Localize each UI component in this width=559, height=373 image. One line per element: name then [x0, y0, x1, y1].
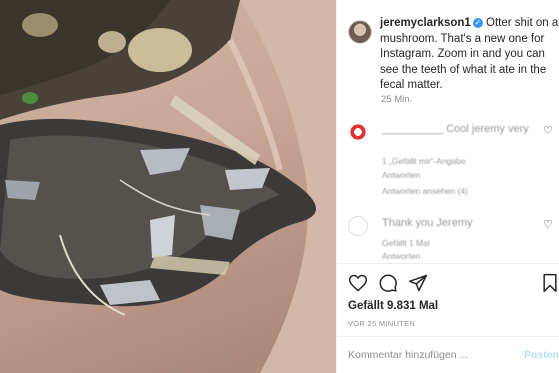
comment-avatar[interactable]	[348, 122, 368, 142]
posted-ago: VOR 25 MINUTEN	[348, 319, 416, 328]
comment-likes[interactable]: Gefällt 1 Mal	[382, 238, 430, 248]
verified-badge-icon: ✓	[472, 18, 483, 28]
bookmark-icon[interactable]	[540, 273, 559, 293]
comment-text: Thank you Jeremy	[382, 217, 473, 229]
likes-count[interactable]: Gefällt 9.831 Mal	[348, 300, 438, 312]
caption: jeremyclarkson1 ✓ Otter shit on a mushroo…	[380, 16, 559, 94]
comment-input[interactable]: Kommentar hinzufügen ...	[348, 349, 468, 361]
comment-likes[interactable]: 1 „Gefällt mir“-Angabe	[382, 156, 466, 166]
divider	[336, 263, 559, 264]
avatar[interactable]	[348, 20, 372, 44]
comment-reply[interactable]: Antworten	[382, 251, 420, 261]
comment-text: __________ Cool jeremy very	[382, 123, 529, 135]
comment-like-heart-icon[interactable]: ♡	[543, 218, 553, 231]
comment-avatar[interactable]	[348, 216, 368, 236]
comment-item: Thank you Jeremy ♡ Gefällt 1 Mal Antwort…	[348, 216, 553, 266]
action-bar	[348, 273, 559, 293]
post-photo	[0, 0, 336, 373]
divider	[336, 336, 559, 337]
post-comment-button[interactable]: Posten	[524, 349, 559, 361]
comment-item: __________ Cool jeremy very ♡ 1 „Gefällt…	[348, 122, 553, 202]
post-time: 25 Min.	[381, 94, 413, 105]
comment-like-heart-icon[interactable]: ♡	[543, 124, 553, 137]
paper-plane-icon[interactable]	[408, 273, 428, 293]
comment-reply[interactable]: Antworten	[382, 170, 420, 180]
view-replies[interactable]: Antworten ansehen (4)	[382, 186, 468, 196]
username[interactable]: jeremyclarkson1	[380, 17, 471, 29]
comment-bubble-icon[interactable]	[378, 273, 398, 293]
heart-outline-icon[interactable]	[348, 273, 368, 293]
